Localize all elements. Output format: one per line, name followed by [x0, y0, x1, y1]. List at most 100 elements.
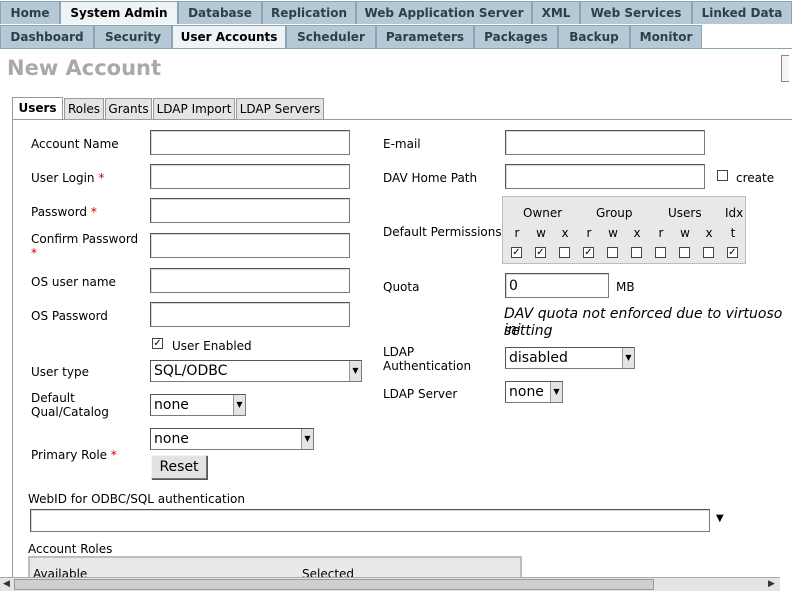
perm-group-group: Group	[596, 206, 633, 220]
page-title: New Account	[7, 56, 162, 80]
email-label: E-mail	[383, 137, 421, 151]
primary-role-label: Primary Role *	[31, 448, 117, 462]
default-qual-select[interactable]: none ▼	[150, 394, 246, 416]
perm-letter: w	[680, 226, 690, 240]
perm-group-idx: Idx	[725, 206, 744, 220]
reset-button[interactable]: Reset	[151, 455, 207, 479]
user-type-select[interactable]: SQL/ODBC ▼	[150, 360, 362, 382]
perm-letter: x	[561, 226, 569, 240]
nav-tab-dashboard[interactable]: Dashboard	[0, 25, 94, 48]
user-type-value: SQL/ODBC	[154, 363, 228, 379]
os-user-name-input[interactable]	[150, 268, 350, 293]
perm-letter: w	[536, 226, 546, 240]
perm-letter: w	[608, 226, 618, 240]
webid-label: WebID for ODBC/SQL authentication	[28, 492, 245, 506]
chevron-down-icon: ▼	[349, 361, 361, 381]
chevron-down-icon: ▼	[301, 429, 313, 449]
nav-tab-user-accounts[interactable]: User Accounts	[172, 25, 286, 48]
nav-divider	[0, 48, 792, 49]
nav-tab-parameters[interactable]: Parameters	[376, 25, 474, 48]
nav-tab-replication[interactable]: Replication	[262, 1, 356, 24]
nav-tab-home[interactable]: Home	[0, 1, 60, 24]
perm-letter: r	[658, 226, 664, 240]
quota-unit: MB	[616, 280, 635, 294]
dav-home-path-label: DAV Home Path	[383, 171, 478, 185]
nav-tab-database[interactable]: Database	[178, 1, 262, 24]
nav-tab-scheduler[interactable]: Scheduler	[286, 25, 376, 48]
ldap-auth-label-line2: Authentication	[383, 359, 472, 373]
scroll-right-icon[interactable]: ▶	[768, 579, 775, 589]
perm-users-execute-checkbox[interactable]	[703, 247, 714, 258]
ldap-server-label: LDAP Server	[383, 387, 458, 401]
perm-group-users: Users	[668, 206, 702, 220]
user-login-label-text: User Login	[31, 171, 95, 185]
perm-group-write-checkbox[interactable]	[607, 247, 618, 258]
perm-group-read-checkbox[interactable]: ✓	[583, 247, 594, 258]
default-permissions-grid: Owner Group Users Idx r w x r w x r w x …	[502, 196, 746, 264]
account-roles-label: Account Roles	[28, 542, 113, 556]
required-marker: *	[90, 205, 97, 219]
required-marker: *	[98, 171, 105, 185]
dav-create-checkbox[interactable]	[717, 170, 728, 181]
perm-letter: x	[633, 226, 641, 240]
dav-home-path-input[interactable]	[505, 164, 705, 189]
webid-input[interactable]	[30, 509, 710, 532]
nav-tab-backup[interactable]: Backup	[558, 25, 630, 48]
chevron-down-icon: ▼	[622, 348, 634, 368]
primary-role-select[interactable]: none ▼	[150, 428, 314, 450]
nav-tab-packages[interactable]: Packages	[474, 25, 558, 48]
tab-ldap-import[interactable]: LDAP Import	[153, 98, 235, 119]
chevron-down-icon: ▼	[233, 395, 245, 415]
ldap-server-select[interactable]: none ▼	[505, 381, 563, 403]
nav-tab-web-application-server[interactable]: Web Application Server	[356, 1, 532, 24]
webid-dropdown-icon[interactable]: ▼	[716, 513, 724, 524]
nav-tab-xml[interactable]: XML	[532, 1, 580, 24]
tab-roles[interactable]: Roles	[64, 98, 104, 119]
ldap-server-value: none	[509, 384, 544, 400]
confirm-password-input[interactable]	[150, 233, 350, 258]
tab-grants[interactable]: Grants	[105, 98, 152, 119]
ldap-authentication-select[interactable]: disabled ▼	[505, 347, 635, 369]
tab-users[interactable]: Users	[12, 97, 63, 120]
user-login-label: User Login *	[31, 171, 104, 185]
nav-tab-linked-data[interactable]: Linked Data	[692, 1, 792, 24]
horizontal-scroll-thumb[interactable]	[14, 579, 654, 590]
confirm-password-label: Confirm Password *	[31, 232, 138, 260]
perm-idx-checkbox[interactable]: ✓	[727, 247, 738, 258]
password-label-text: Password	[31, 205, 88, 219]
tab-ldap-servers[interactable]: LDAP Servers	[236, 98, 324, 119]
ldap-authentication-label: LDAP Authentication	[383, 345, 471, 373]
perm-users-read-checkbox[interactable]	[655, 247, 666, 258]
perm-group-execute-checkbox[interactable]	[631, 247, 642, 258]
ldap-auth-label-line1: LDAP	[383, 345, 415, 359]
default-permissions-label: Default Permissions	[383, 225, 502, 239]
nav-tab-system-admin[interactable]: System Admin	[60, 1, 178, 24]
password-input[interactable]	[150, 198, 350, 223]
perm-owner-execute-checkbox[interactable]	[559, 247, 570, 258]
nav-tab-security[interactable]: Security	[94, 25, 172, 48]
account-name-input[interactable]	[150, 130, 350, 155]
email-input[interactable]	[505, 130, 705, 155]
password-label: Password *	[31, 205, 97, 219]
user-type-label: User type	[31, 365, 89, 379]
ldap-authentication-value: disabled	[509, 350, 568, 366]
chevron-down-icon: ▼	[550, 382, 562, 402]
perm-letter: t	[730, 226, 736, 240]
quota-input[interactable]	[505, 273, 609, 298]
default-qual-label-line2: Qual/Catalog	[31, 405, 109, 419]
os-user-name-label: OS user name	[31, 275, 116, 289]
perm-letter: r	[514, 226, 520, 240]
user-login-input[interactable]	[150, 164, 350, 189]
perm-users-write-checkbox[interactable]	[679, 247, 690, 258]
perm-owner-read-checkbox[interactable]: ✓	[511, 247, 522, 258]
nav-tab-web-services[interactable]: Web Services	[580, 1, 692, 24]
os-password-input[interactable]	[150, 302, 350, 327]
nav-tab-monitor[interactable]: Monitor	[630, 25, 702, 48]
default-qual-value: none	[154, 397, 189, 413]
user-enabled-checkbox[interactable]: ✓	[152, 338, 163, 349]
horizontal-scrollbar[interactable]: ◀ ▶	[0, 577, 780, 591]
account-name-label: Account Name	[31, 137, 119, 151]
perm-owner-write-checkbox[interactable]: ✓	[535, 247, 546, 258]
required-marker: *	[110, 448, 117, 462]
scroll-left-icon[interactable]: ◀	[3, 579, 10, 589]
